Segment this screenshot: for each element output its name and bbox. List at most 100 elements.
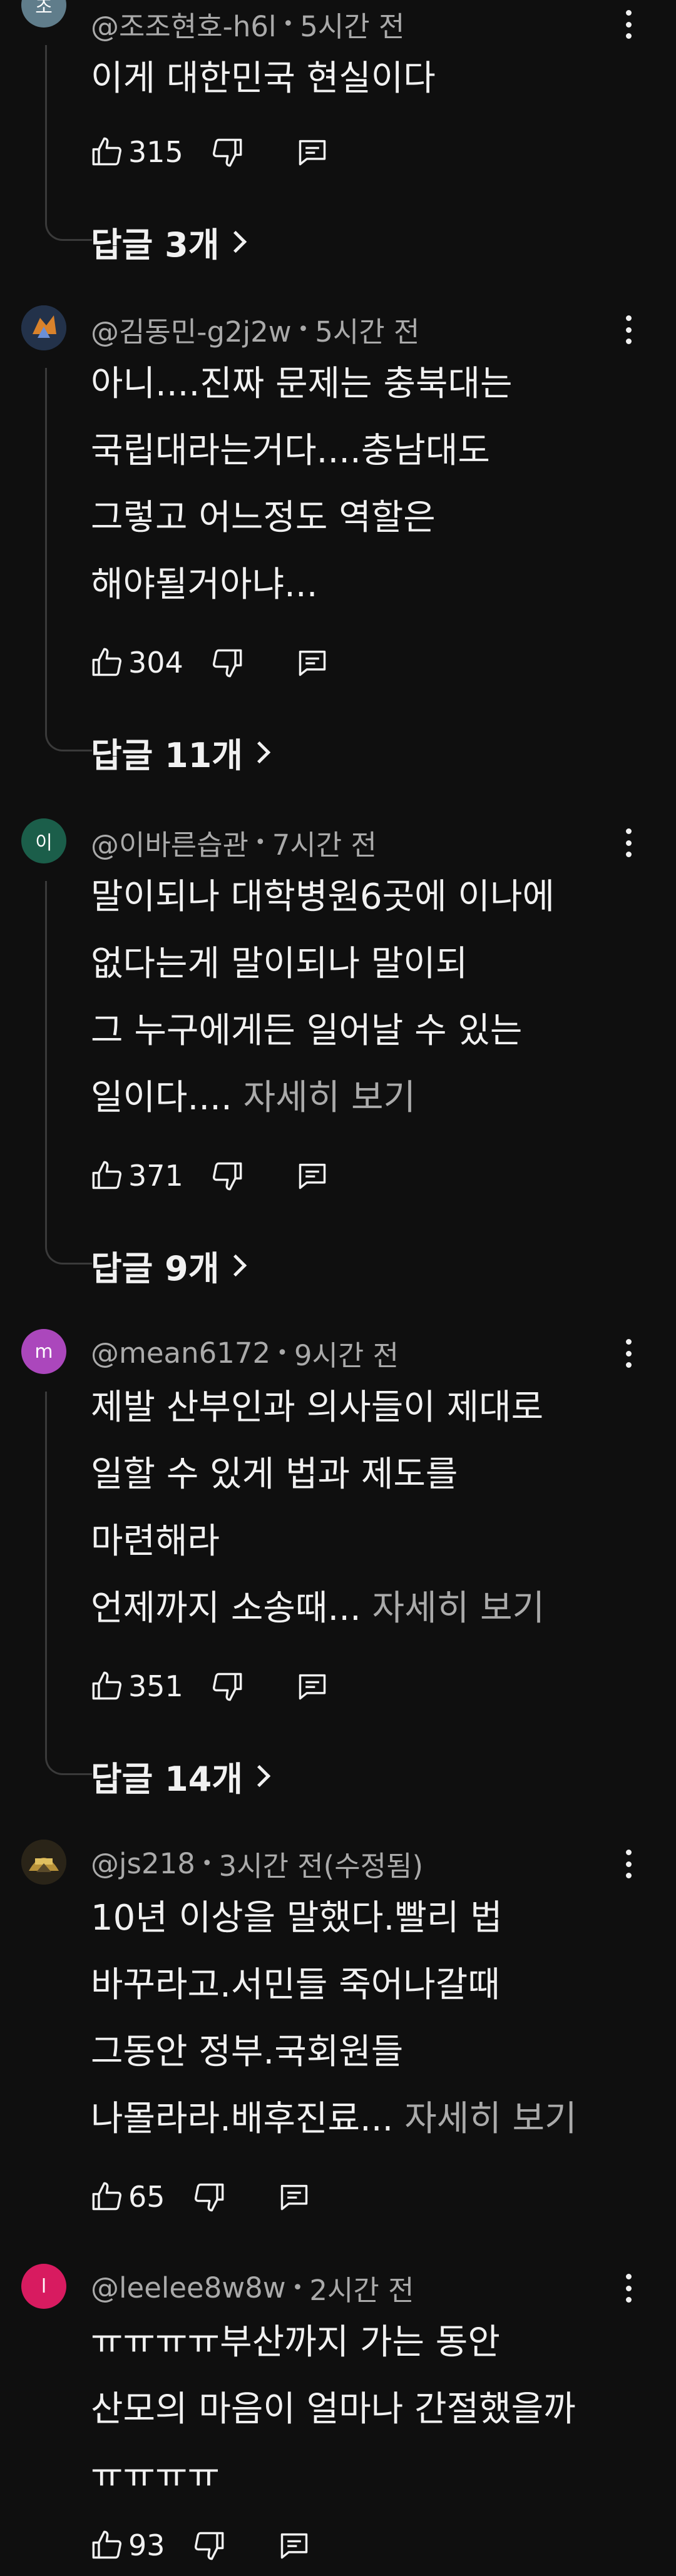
like-button[interactable] [91, 1159, 123, 1192]
avatar[interactable] [21, 1840, 66, 1885]
author-name[interactable]: @조조현호-h6l [91, 4, 277, 44]
avatar[interactable]: 이 [21, 818, 66, 863]
read-more-link[interactable]: 자세히 보기 [404, 2099, 576, 2139]
comment-line: 이게 대한민국 현실이다 [91, 58, 436, 99]
reply-button[interactable] [296, 646, 329, 679]
comment-actions: 351 [91, 1664, 329, 1709]
replies-count: 답글 9개 [91, 1248, 220, 1288]
comment-text: 이게 대한민국 현실이다 [91, 45, 642, 112]
comment-line: 바꾸라고.서민들 죽어나갈때 [91, 1965, 500, 2005]
comment-line: 10년 이상을 말했다.빨리 법 [91, 1898, 503, 1938]
comment-icon [280, 2533, 307, 2559]
comment-time: 7시간 전 [272, 828, 377, 862]
comment-actions: 65 [91, 2174, 310, 2219]
like-button[interactable] [91, 2181, 123, 2213]
avatar[interactable]: l [21, 2264, 66, 2309]
comment-time: 5시간 전 [315, 315, 420, 349]
dislike-button[interactable] [193, 2529, 225, 2562]
comment-time: 3시간 전(수정됨) [218, 1849, 423, 1883]
more-options-icon[interactable] [617, 2271, 640, 2305]
comment-time: 2시간 전 [309, 2273, 414, 2307]
thumbs-up-icon [92, 1161, 122, 1189]
thread-connector [45, 368, 92, 751]
dislike-button[interactable] [211, 136, 243, 168]
thread-connector [45, 1392, 92, 1775]
author-name[interactable]: @김동민-g2j2w [91, 309, 292, 350]
like-count: 65 [128, 2180, 165, 2214]
read-more-link[interactable]: 자세히 보기 [243, 1077, 416, 1118]
reply-button[interactable] [278, 2529, 310, 2562]
view-replies-button[interactable]: 답글 14개 [91, 1751, 271, 1801]
like-button[interactable] [91, 136, 123, 168]
author-name[interactable]: @leelee8w8w [91, 2271, 286, 2304]
comment-icon [280, 2184, 307, 2211]
reply-button[interactable] [296, 1159, 329, 1192]
avatar[interactable]: m [21, 1329, 66, 1374]
reply-button[interactable] [296, 1670, 329, 1703]
comment-line: 일할 수 있게 법과 제도를 [91, 1454, 458, 1495]
thumbs-up-icon [92, 648, 122, 676]
comment-line: 해야될거아냐... [91, 564, 318, 605]
avatar[interactable] [21, 305, 66, 350]
read-more-link[interactable]: 자세히 보기 [372, 1588, 545, 1629]
avatar-image [21, 1840, 66, 1885]
thumbs-down-icon [212, 649, 242, 678]
dislike-button[interactable] [193, 2181, 225, 2213]
comment-text: ㅠㅠㅠㅠ부산까지 가는 동안 산모의 마음이 얼마나 간절했을까 ㅠㅠㅠㅠ [91, 2309, 642, 2510]
meta-separator: • [297, 318, 309, 340]
view-replies-button[interactable]: 답글 9개 [91, 1240, 247, 1290]
comment-line: 나몰라라.배후진료... 자세히 보기 [91, 2085, 642, 2152]
view-replies-button[interactable]: 답글 11개 [91, 727, 271, 777]
like-count: 371 [128, 1159, 183, 1193]
comment-line: 아니....진짜 문제는 충북대는 [91, 364, 513, 404]
view-replies-button[interactable]: 답글 3개 [91, 216, 247, 267]
more-options-icon[interactable] [617, 8, 640, 41]
comment-meta: @js218 • 3시간 전(수정됨) [91, 1843, 423, 1884]
avatar-initial: 조 [35, 0, 53, 18]
author-name[interactable]: @mean6172 [91, 1336, 270, 1370]
thumbs-down-icon [212, 1162, 242, 1191]
comment-actions: 93 [91, 2523, 310, 2568]
comment-line: ㅠㅠㅠㅠ부산까지 가는 동안 [91, 2322, 500, 2363]
comment-time: 9시간 전 [294, 1338, 399, 1372]
comment-icon [299, 1163, 326, 1189]
dislike-button[interactable] [211, 1670, 243, 1703]
comment-line: 제발 산부인과 의사들이 제대로 [91, 1387, 544, 1428]
avatar-initial: l [41, 2275, 47, 2298]
thread-connector [45, 881, 92, 1265]
meta-separator: • [255, 831, 266, 853]
comment-actions: 371 [91, 1153, 329, 1198]
avatar[interactable]: 조 [21, 0, 66, 28]
comment-line: 그동안 정부.국회원들 [91, 2032, 404, 2072]
comment-meta: @이바른습관 • 7시간 전 [91, 822, 377, 863]
reply-button[interactable] [296, 136, 329, 168]
chevron-right-icon [225, 230, 247, 253]
avatar-initial: 이 [35, 832, 53, 854]
dislike-button[interactable] [211, 1159, 243, 1192]
like-count: 351 [128, 1669, 183, 1703]
thumbs-up-icon [92, 1671, 122, 1700]
thumbs-down-icon [194, 2532, 223, 2560]
comment-line: ㅠㅠㅠㅠ [91, 2456, 220, 2497]
thumbs-down-icon [212, 1672, 242, 1701]
author-name[interactable]: @js218 [91, 1847, 195, 1880]
comment-line-text: 언제까지 소송때... [91, 1588, 361, 1629]
comment-meta: @mean6172 • 9시간 전 [91, 1332, 399, 1373]
dislike-button[interactable] [211, 646, 243, 679]
like-button[interactable] [91, 2529, 123, 2562]
comment-line: 언제까지 소송때... 자세히 보기 [91, 1575, 642, 1642]
chevron-right-icon [248, 1764, 271, 1787]
comment-text: 아니....진짜 문제는 충북대는 국립대라는거다....충남대도 그렇고 어느… [91, 350, 642, 618]
author-name[interactable]: @이바른습관 [91, 822, 248, 863]
more-options-icon[interactable] [617, 826, 640, 860]
comment-line: 일이다.... 자세히 보기 [91, 1064, 642, 1131]
like-button[interactable] [91, 1670, 123, 1703]
reply-button[interactable] [278, 2181, 310, 2213]
like-button[interactable] [91, 646, 123, 679]
more-options-icon[interactable] [617, 1336, 640, 1370]
comment-line: 마련해라 [91, 1521, 220, 1562]
like-count: 93 [128, 2528, 165, 2562]
replies-count: 답글 3개 [91, 225, 220, 265]
more-options-icon[interactable] [617, 1847, 640, 1881]
more-options-icon[interactable] [617, 313, 640, 347]
